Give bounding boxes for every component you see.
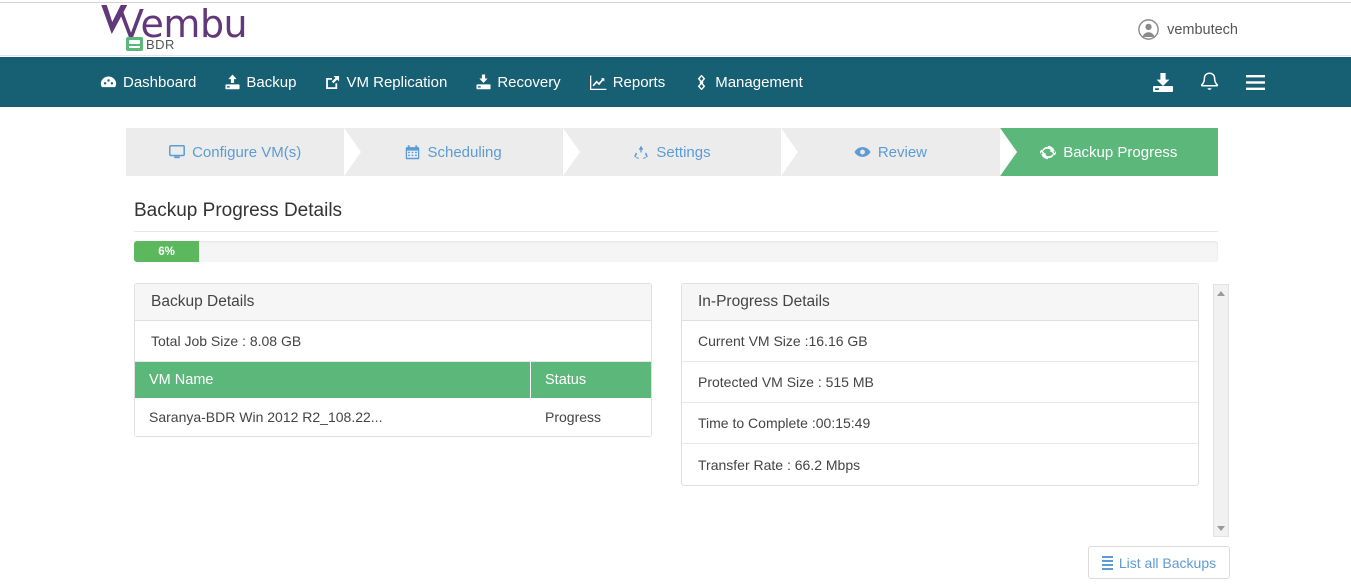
wizard-steps: Configure VM(s) Scheduling Settings Revi…: [126, 128, 1219, 176]
nav-item-dashboard[interactable]: Dashboard: [100, 74, 196, 91]
hamburger-icon[interactable]: [1245, 74, 1266, 91]
nav-items: Dashboard Backup VM Replication Recovery…: [100, 57, 803, 107]
current-vm-size-row: Current VM Size :16.16 GB: [682, 321, 1198, 362]
scroll-down-button[interactable]: [1214, 521, 1228, 535]
wizard-step-backup-progress[interactable]: Backup Progress: [999, 128, 1219, 176]
download-icon[interactable]: [1152, 72, 1174, 93]
calendar-icon: [406, 144, 420, 159]
column-header-vm-name: VM Name: [135, 362, 531, 398]
wizard-step-label: Configure VM(s): [192, 143, 302, 161]
app-root: Vembu BDR vembutech Dashboard Backup VM …: [0, 0, 1351, 584]
in-progress-details-heading: In-Progress Details: [682, 284, 1198, 321]
nav-item-management[interactable]: Management: [694, 74, 803, 91]
settings-diamond-icon: [697, 74, 706, 90]
scroll-up-button[interactable]: [1214, 286, 1228, 300]
recycle-icon: [634, 145, 649, 159]
monitor-icon: [169, 145, 186, 159]
backup-progress-bar: 6%: [134, 241, 1218, 262]
user-account[interactable]: vembutech: [1138, 19, 1238, 40]
wizard-step-settings[interactable]: Settings: [562, 128, 799, 176]
bell-icon[interactable]: [1200, 71, 1219, 93]
list-all-backups-label: List all Backups: [1118, 554, 1217, 571]
backup-details-panel: Backup Details Total Job Size : 8.08 GB …: [134, 283, 652, 437]
nav-label: Dashboard: [123, 73, 197, 91]
page-title: Backup Progress Details: [134, 200, 343, 221]
progress-percent-label: 6%: [158, 245, 175, 258]
table-row[interactable]: Saranya-BDR Win 2012 R2_108.22... Progre…: [135, 398, 651, 436]
title-divider: [134, 231, 1218, 232]
chart-line-icon: [589, 75, 607, 90]
nav-item-reports[interactable]: Reports: [589, 73, 666, 91]
download-icon: [476, 74, 491, 90]
vertical-scrollbar[interactable]: [1213, 284, 1229, 537]
transfer-rate-row: Transfer Rate : 66.2 Mbps: [698, 456, 861, 473]
nav-label: Reports: [612, 73, 666, 91]
nav-label: Management: [715, 73, 803, 91]
cell-vm-name: Saranya-BDR Win 2012 R2_108.22...: [149, 409, 383, 425]
top-header: Vembu BDR vembutech: [0, 2, 1351, 56]
user-circle-icon: [1138, 19, 1159, 40]
eye-icon: [854, 147, 871, 157]
wizard-step-review[interactable]: Review: [781, 128, 1018, 176]
vembu-logo[interactable]: Vembu BDR: [98, 2, 248, 56]
wizard-step-label: Settings: [656, 143, 711, 161]
progress-fill: 6%: [134, 241, 200, 262]
list-all-backups-button[interactable]: List all Backups: [1088, 546, 1230, 579]
user-name-label: vembutech: [1167, 21, 1238, 38]
wizard-step-label: Backup Progress: [1063, 143, 1178, 161]
in-progress-details-panel: In-Progress Details Current VM Size :16.…: [681, 283, 1199, 486]
nav-item-backup[interactable]: Backup: [225, 74, 296, 91]
chevron-down-icon: [1217, 525, 1225, 531]
nav-label: Backup: [246, 73, 297, 91]
nav-item-recovery[interactable]: Recovery: [476, 73, 561, 91]
server-icon: [126, 37, 143, 51]
wizard-step-label: Scheduling: [427, 143, 502, 161]
nav-label: Recovery: [497, 73, 561, 91]
nav-label: VM Replication: [346, 73, 448, 91]
chevron-up-icon: [1217, 290, 1225, 296]
external-link-icon: [326, 75, 340, 89]
upload-icon: [225, 74, 240, 90]
vm-table-header: VM Name Status: [135, 362, 651, 398]
wizard-step-label: Review: [877, 143, 928, 161]
main-navbar: Dashboard Backup VM Replication Recovery…: [0, 57, 1351, 107]
nav-actions: [1152, 57, 1266, 107]
list-icon: [1101, 555, 1113, 570]
dashboard-icon: [100, 76, 117, 87]
backup-details-heading: Backup Details: [135, 284, 651, 321]
nav-item-vm-replication[interactable]: VM Replication: [325, 74, 447, 91]
total-job-size-row: Total Job Size : 8.08 GB: [135, 321, 651, 362]
time-to-complete-row: Time to Complete :00:15:49: [682, 403, 1198, 444]
cell-status: Progress: [545, 409, 602, 425]
column-header-status: Status: [545, 372, 587, 388]
refresh-icon: [1040, 145, 1057, 159]
logo-subtext: BDR: [146, 37, 175, 52]
wizard-step-scheduling[interactable]: Scheduling: [344, 128, 581, 176]
protected-vm-size-row: Protected VM Size : 515 MB: [682, 362, 1198, 403]
wizard-step-configure-vms[interactable]: Configure VM(s): [126, 128, 362, 176]
